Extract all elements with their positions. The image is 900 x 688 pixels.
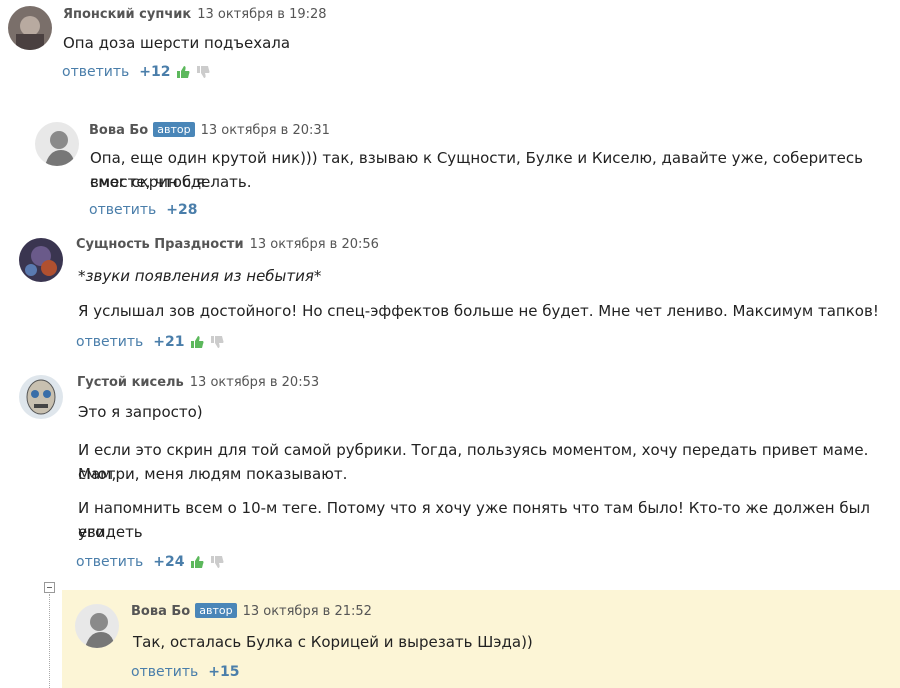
comment-text: смотри, меня людям показывают. — [78, 465, 348, 483]
thumbs-down-icon[interactable] — [210, 555, 224, 573]
thumbs-down-icon[interactable] — [210, 335, 224, 353]
comment-text: *звуки появления из небытия* — [78, 267, 322, 285]
thumbs-down-icon[interactable] — [196, 65, 210, 83]
comment-actions: ответить +21 — [76, 334, 224, 353]
comment-author[interactable]: Сущность Праздности — [76, 237, 244, 252]
comment-author[interactable]: Вова Бо — [89, 123, 148, 138]
avatar[interactable] — [8, 6, 52, 50]
reply-link[interactable]: ответить — [76, 334, 143, 350]
comment-score: +15 — [208, 664, 240, 680]
comment-author[interactable]: Густой кисель — [77, 375, 184, 390]
reply-link[interactable]: ответить — [131, 664, 198, 680]
comment-score: +21 — [153, 334, 185, 350]
comment-meta: Сущность Праздности 13 октября в 20:56 — [76, 237, 379, 252]
comment-date[interactable]: 13 октября в 20:53 — [190, 375, 319, 390]
reply-link[interactable]: ответить — [62, 64, 129, 80]
comment-meta: Вова Бо автор 13 октября в 21:52 — [131, 603, 372, 619]
author-badge: автор — [153, 122, 195, 137]
comment-text: Опа доза шерсти подъехала — [63, 34, 291, 52]
comment-text: Это я запросто) — [78, 403, 203, 421]
comment-date[interactable]: 13 октября в 20:56 — [250, 237, 379, 252]
author-badge: автор — [195, 603, 237, 618]
thumbs-up-icon[interactable] — [190, 335, 204, 353]
comment-actions: ответить +12 — [62, 64, 210, 83]
comment-score: +28 — [166, 202, 198, 218]
comment-date[interactable]: 13 октября в 21:52 — [243, 604, 372, 619]
thumbs-up-icon[interactable] — [176, 65, 190, 83]
comment-text: Так, осталась Булка с Корицей и вырезать… — [133, 633, 533, 651]
reply-link[interactable]: ответить — [89, 202, 156, 218]
comment-author[interactable]: Японский супчик — [63, 7, 191, 22]
collapse-thread-icon[interactable] — [44, 582, 55, 593]
avatar[interactable] — [19, 375, 63, 419]
comment-text: И напомнить всем о 10-м теге. Потому что… — [78, 499, 871, 541]
comment-meta: Японский супчик 13 октября в 19:28 — [63, 7, 327, 22]
comment-date[interactable]: 13 октября в 20:31 — [201, 123, 330, 138]
thumbs-up-icon[interactable] — [190, 555, 204, 573]
comment-meta: Вова Бо автор 13 октября в 20:31 — [89, 122, 330, 138]
avatar[interactable] — [19, 238, 63, 282]
comment-score: +12 — [139, 64, 171, 80]
avatar[interactable] — [75, 604, 119, 648]
reply-link[interactable]: ответить — [76, 554, 143, 570]
comment-text: смог скрин сделать. — [90, 173, 252, 191]
comment-actions: ответить +24 — [76, 554, 224, 573]
thread-line — [49, 594, 50, 688]
comment-text: Я услышал зов достойного! Но спец-эффект… — [78, 302, 879, 320]
comment-author[interactable]: Вова Бо — [131, 604, 190, 619]
comment-date[interactable]: 13 октября в 19:28 — [197, 7, 326, 22]
comment-score: +24 — [153, 554, 185, 570]
comment-actions: ответить +28 — [89, 202, 197, 218]
comment-actions: ответить +15 — [131, 664, 239, 680]
comment-meta: Густой кисель 13 октября в 20:53 — [77, 375, 319, 390]
avatar[interactable] — [35, 122, 79, 166]
comment-text: увидеть — [78, 523, 143, 541]
